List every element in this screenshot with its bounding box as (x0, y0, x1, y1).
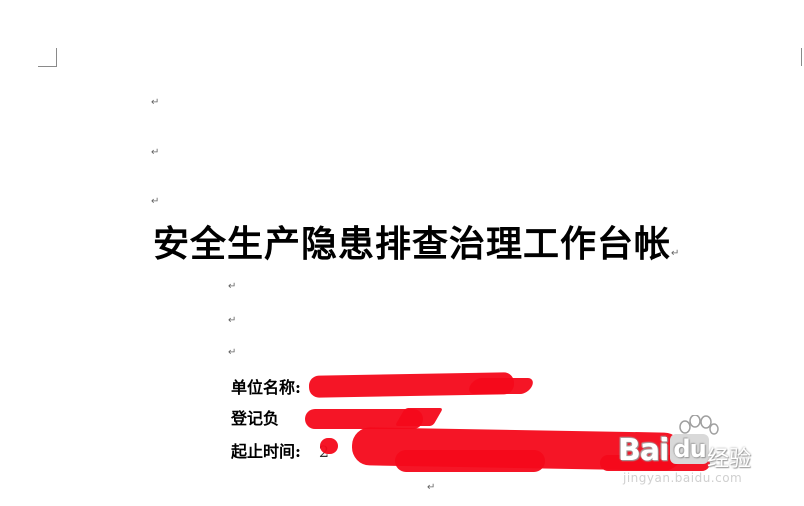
document-title: 安全生产隐患排查治理工作台帐↵ (153, 219, 680, 271)
field-period: 起止时间:2 (231, 441, 329, 463)
redaction-mark (466, 378, 536, 394)
redaction-mark (320, 438, 338, 454)
paragraph-mark: ↵ (228, 281, 237, 292)
field-registrar: 登记负 (231, 408, 279, 430)
logo-bai: Bai (618, 433, 669, 468)
redaction-mark (395, 450, 545, 472)
field-label: 登记负 (231, 409, 280, 428)
paragraph-mark: ↵ (671, 248, 681, 259)
paragraph-mark: ↵ (151, 196, 160, 207)
field-label: 单位名称: (231, 378, 301, 397)
logo-jingyan: 经验 (707, 447, 752, 472)
paragraph-mark: ↵ (228, 347, 237, 358)
paragraph-mark: ↵ (151, 147, 160, 158)
baidu-logo: Bai du (618, 433, 709, 468)
paragraph-mark: ↵ (427, 482, 436, 493)
document-page[interactable]: ↵ ↵ ↵ 安全生产隐患排查治理工作台帐↵ ↵ ↵ ↵ 单位名称: 登记负 起止… (0, 0, 804, 506)
paragraph-mark: ↵ (228, 315, 237, 326)
page-corner-mark-left (38, 48, 57, 67)
logo-du: du (670, 434, 709, 464)
field-label: 起止时间: (231, 442, 301, 461)
watermark-url: jingyan.baidu.com (623, 471, 743, 485)
paragraph-mark: ↵ (151, 97, 160, 108)
document-title-text: 安全生产隐患排查治理工作台帐 (153, 224, 672, 265)
field-unit-name: 单位名称: (231, 377, 301, 399)
baidu-jingyan-watermark: Bai du 经验 jingyan.baidu.com (615, 415, 785, 490)
